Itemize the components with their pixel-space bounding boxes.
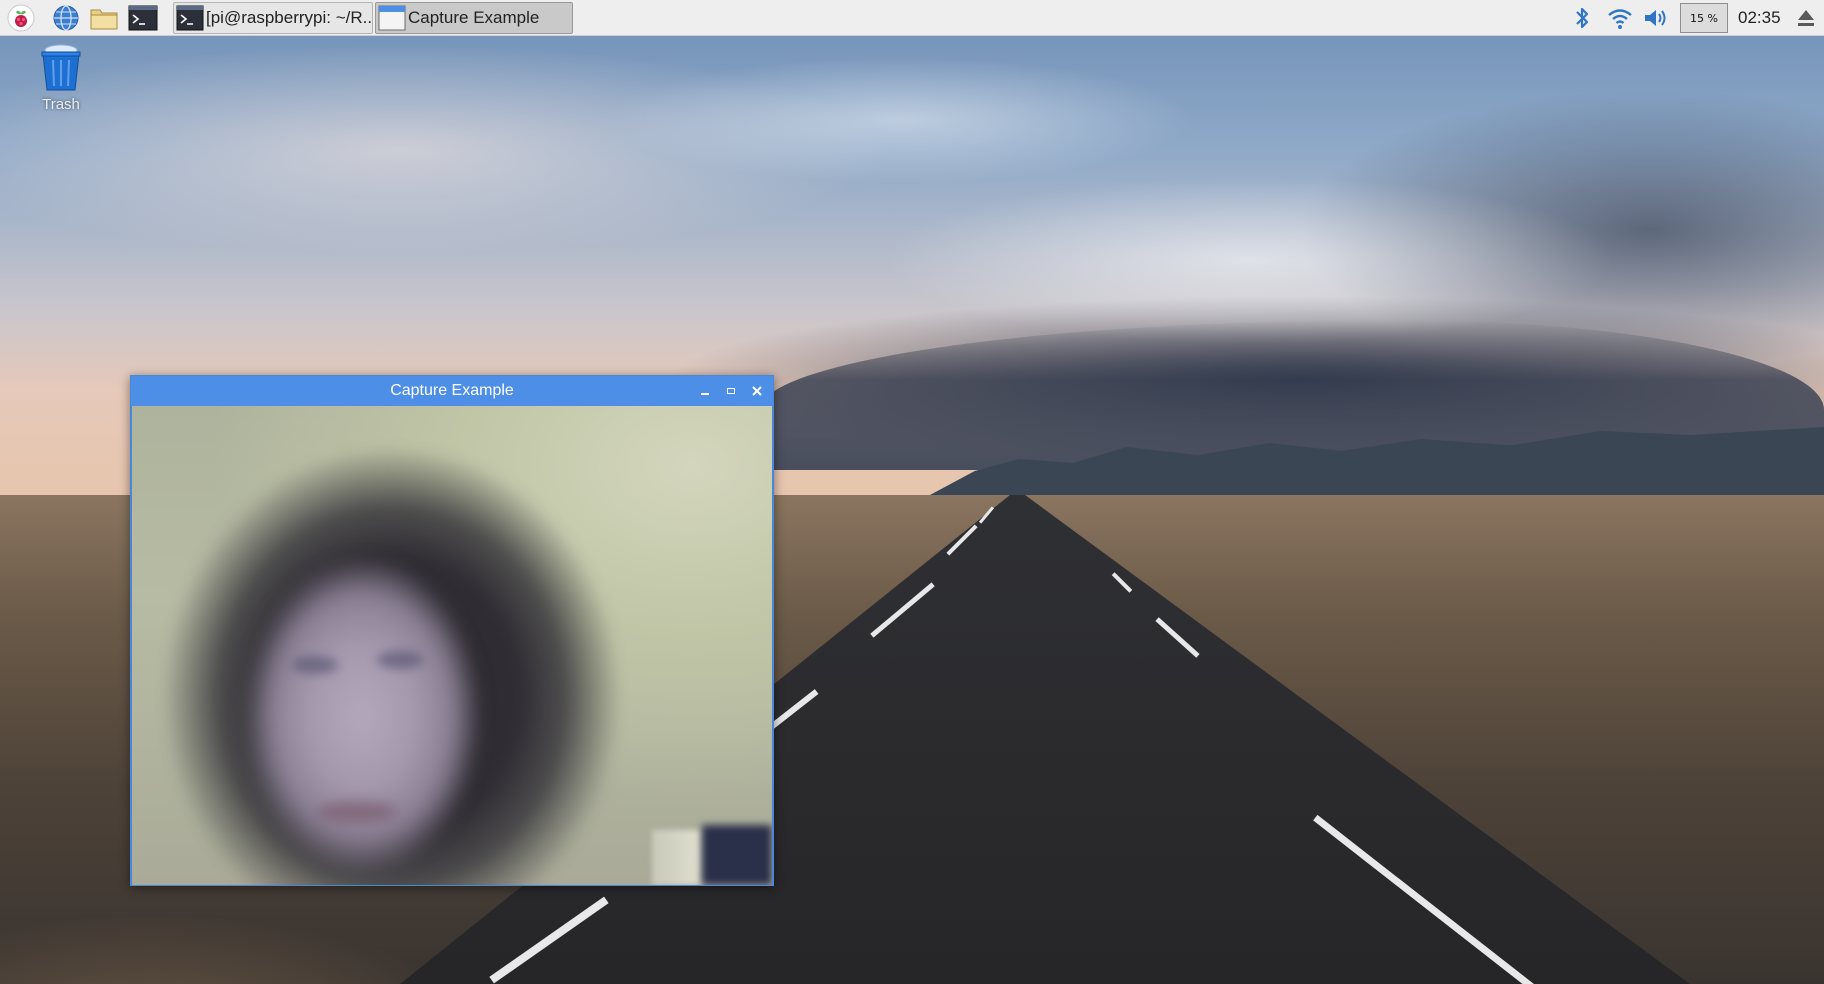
- maximize-icon: [727, 388, 735, 394]
- volume-icon[interactable]: [1642, 4, 1670, 32]
- minimize-button[interactable]: [697, 383, 713, 399]
- window-titlebar[interactable]: Capture Example: [131, 376, 773, 406]
- trash-label: Trash: [42, 96, 80, 113]
- cpu-usage-monitor[interactable]: 15 %: [1680, 3, 1728, 33]
- capture-background-shadow: [702, 825, 772, 885]
- web-browser-icon[interactable]: [51, 3, 81, 33]
- capture-background-object: [652, 830, 702, 885]
- taskbar-button-capture-example[interactable]: Capture Example: [375, 2, 573, 34]
- eject-icon[interactable]: [1792, 4, 1820, 32]
- capture-subject-mouth: [317, 801, 397, 823]
- window-title: Capture Example: [390, 382, 514, 399]
- camera-capture-frame: [132, 406, 772, 885]
- raspberry-pi-icon[interactable]: [6, 3, 36, 33]
- terminal-icon: [176, 5, 204, 31]
- window-icon: [378, 5, 406, 31]
- taskbar-button-label: [pi@raspberrypi: ~/R...: [206, 8, 373, 27]
- capture-subject-eye: [292, 656, 338, 674]
- terminal-icon[interactable]: [128, 3, 158, 33]
- clock[interactable]: 02:35: [1738, 8, 1781, 28]
- top-panel: [pi@raspberrypi: ~/R... Capture Example: [0, 0, 1824, 36]
- taskbar-button-label: Capture Example: [408, 8, 540, 27]
- desktop: [pi@raspberrypi: ~/R... Capture Example: [0, 0, 1824, 984]
- taskbar-button-terminal[interactable]: [pi@raspberrypi: ~/R...: [173, 2, 373, 34]
- bluetooth-icon[interactable]: [1568, 4, 1596, 32]
- cpu-usage-label: 15 %: [1690, 11, 1718, 25]
- capture-example-window: Capture Example: [130, 375, 774, 886]
- close-icon: [752, 386, 762, 396]
- minimize-icon: [701, 393, 709, 395]
- capture-subject-eye: [377, 651, 423, 669]
- close-button[interactable]: [749, 383, 765, 399]
- wifi-icon[interactable]: [1606, 4, 1634, 32]
- file-manager-icon[interactable]: [89, 3, 119, 33]
- trash-desktop-icon[interactable]: Trash: [36, 44, 86, 113]
- trash-icon: [41, 44, 81, 91]
- window-controls: [697, 376, 765, 406]
- maximize-button[interactable]: [723, 383, 739, 399]
